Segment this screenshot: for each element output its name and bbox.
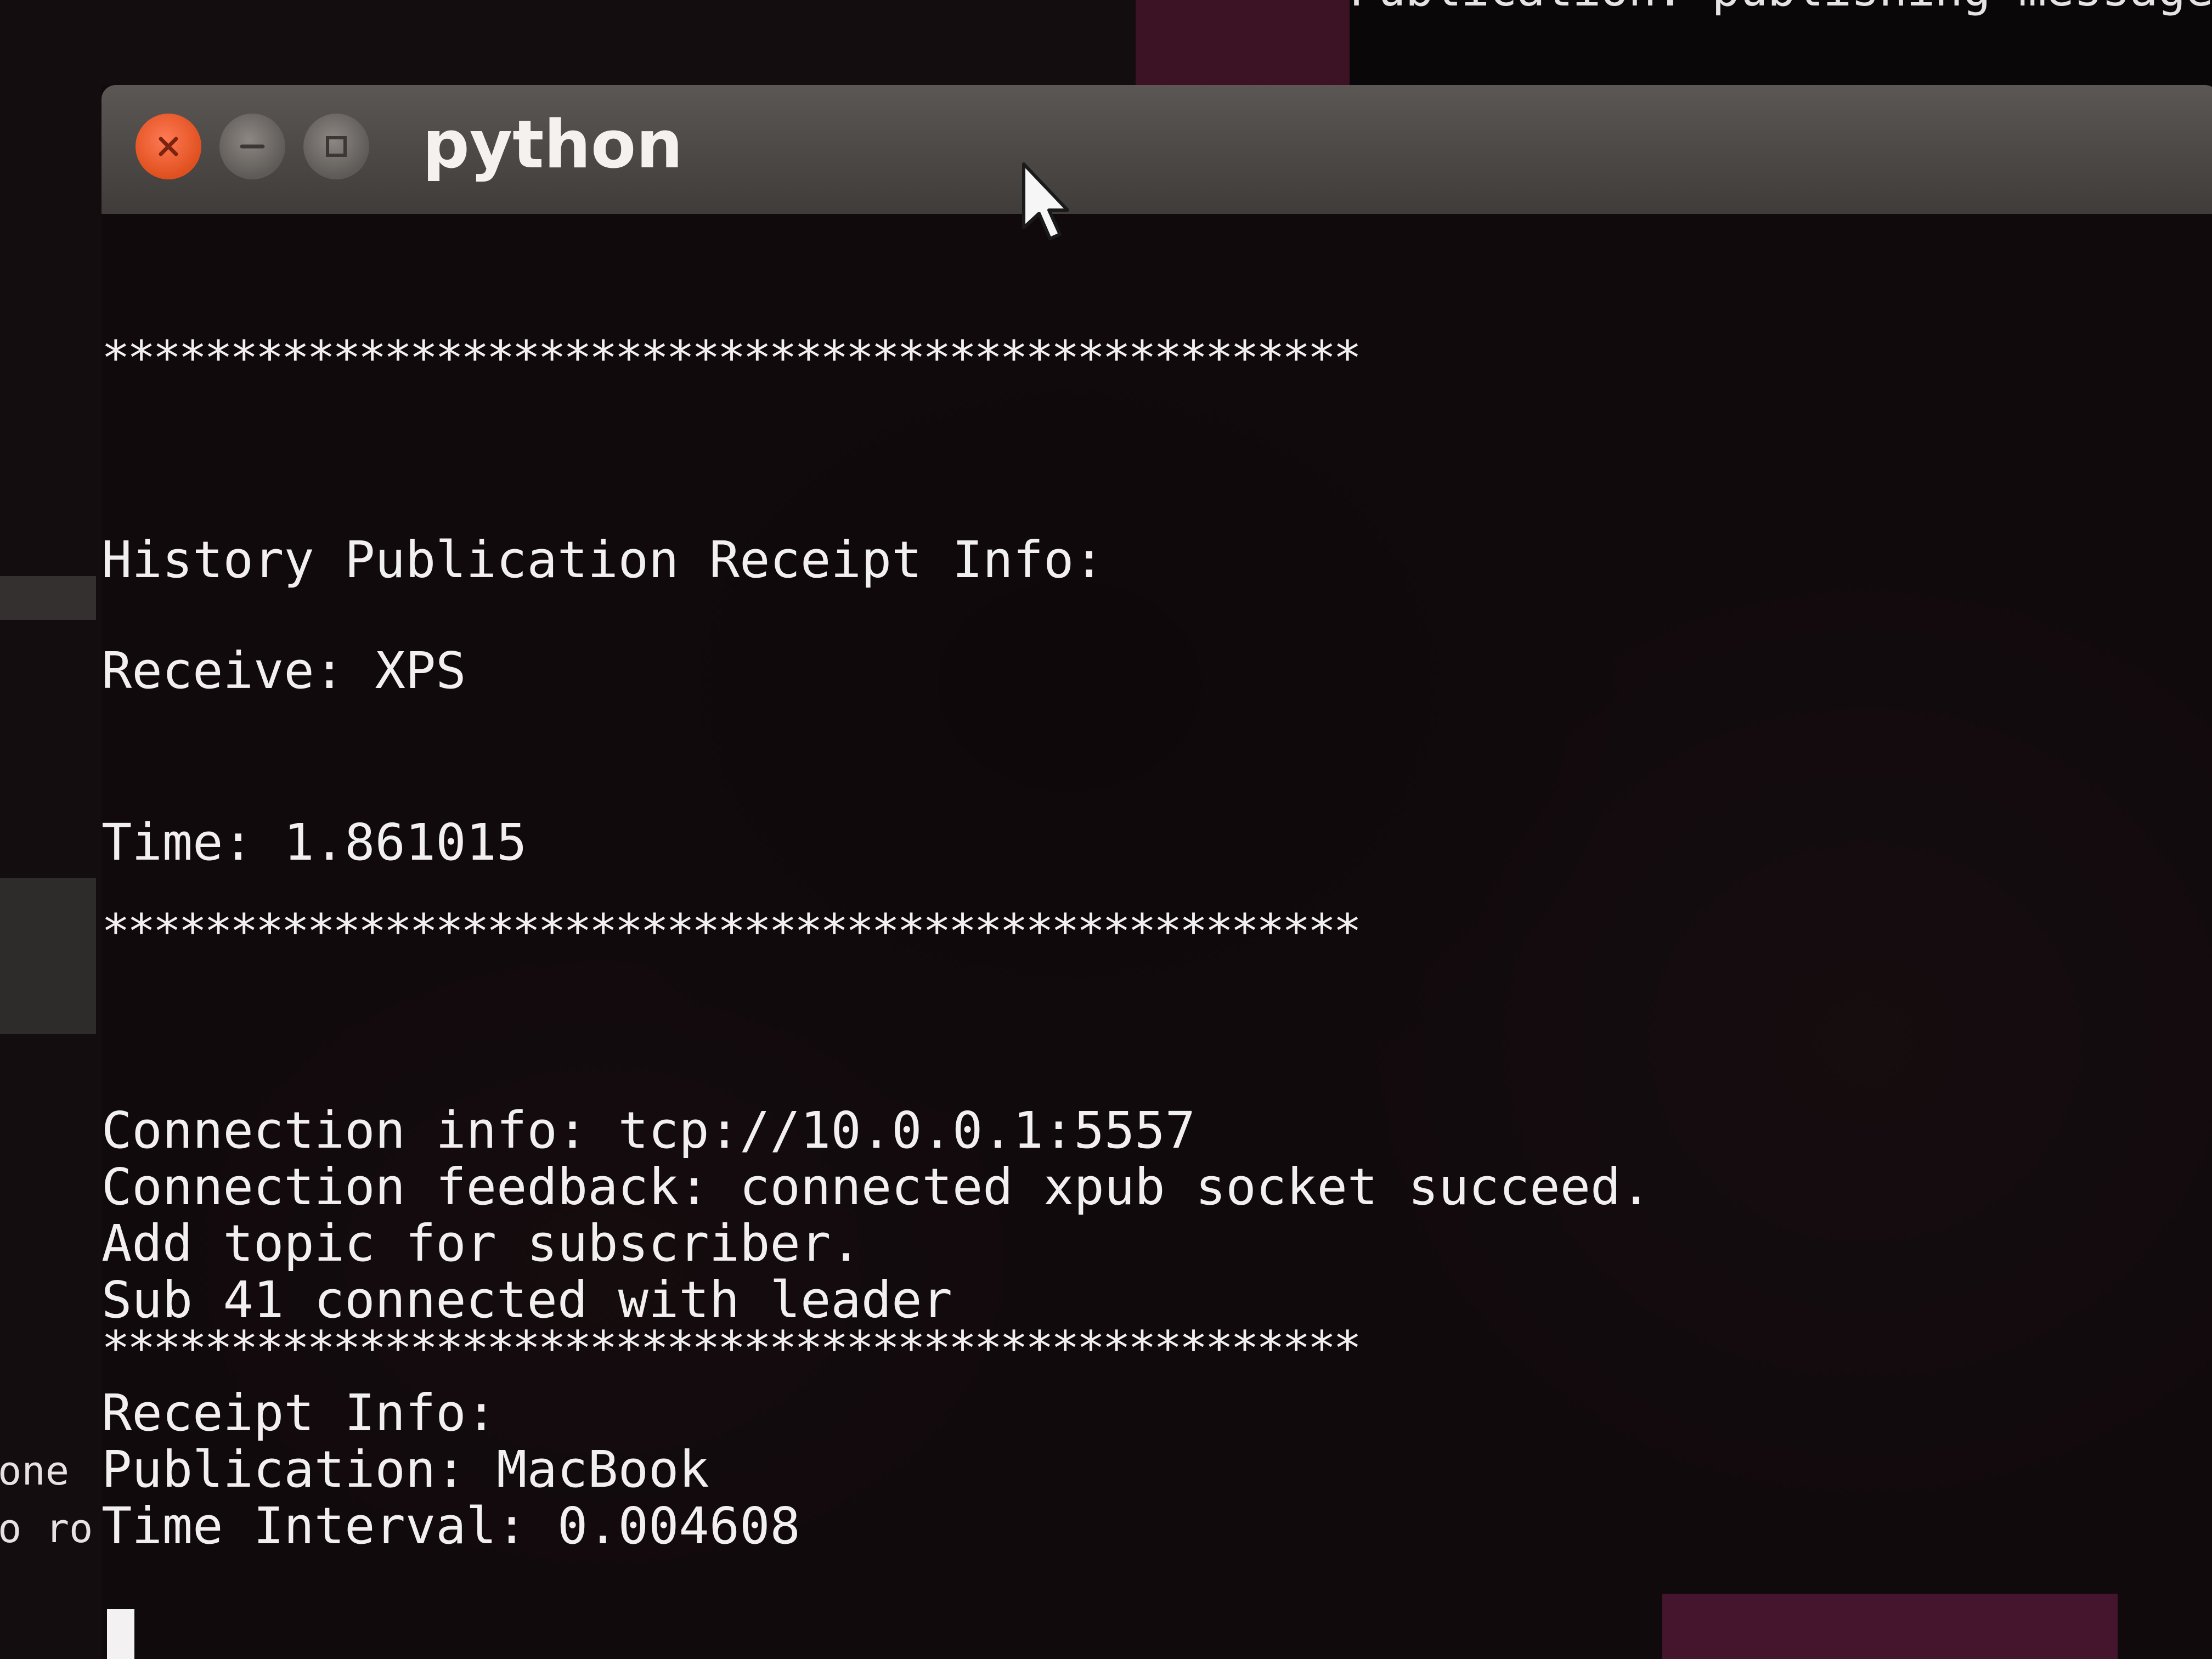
history-header-line: History Publication Receipt Info:: [101, 531, 1104, 589]
separator-line: ****************************************…: [101, 1321, 1362, 1376]
sub-connected-line: Sub 41 connected with leader: [101, 1271, 952, 1329]
background-window-edge: [0, 878, 96, 1034]
background-window-edge: [0, 576, 96, 620]
terminal-window[interactable]: python *********************************…: [101, 85, 2212, 1659]
receipt-header-line: Receipt Info:: [101, 1384, 497, 1442]
separator-line: ****************************************…: [101, 331, 1362, 386]
separator-line: ****************************************…: [101, 904, 1362, 959]
receive-line: Receive: XPS: [101, 641, 466, 700]
background-accent-top: [1136, 0, 1350, 99]
background-terminal-text: Publication: publishing message p: [1350, 0, 2212, 13]
connection-feedback-line: Connection feedback: connected xpub sock…: [101, 1158, 1651, 1216]
desktop-screen: Publication: publishing message p one o …: [0, 0, 2212, 1659]
add-topic-line: Add topic for subscriber.: [101, 1214, 861, 1273]
background-left-text: one: [0, 1448, 70, 1494]
time-line: Time: 1.861015: [101, 813, 527, 872]
mouse-pointer-icon: [1022, 162, 1069, 240]
time-interval-line: Time Interval: 0.004608: [101, 1497, 800, 1555]
background-left-text: o ro: [0, 1505, 93, 1551]
connection-info-line: Connection info: tcp://10.0.0.1:5557: [101, 1101, 1195, 1160]
publication-line: Publication: MacBook: [101, 1440, 709, 1499]
terminal-output[interactable]: ****************************************…: [101, 85, 2212, 1659]
text-cursor: [107, 1609, 134, 1659]
